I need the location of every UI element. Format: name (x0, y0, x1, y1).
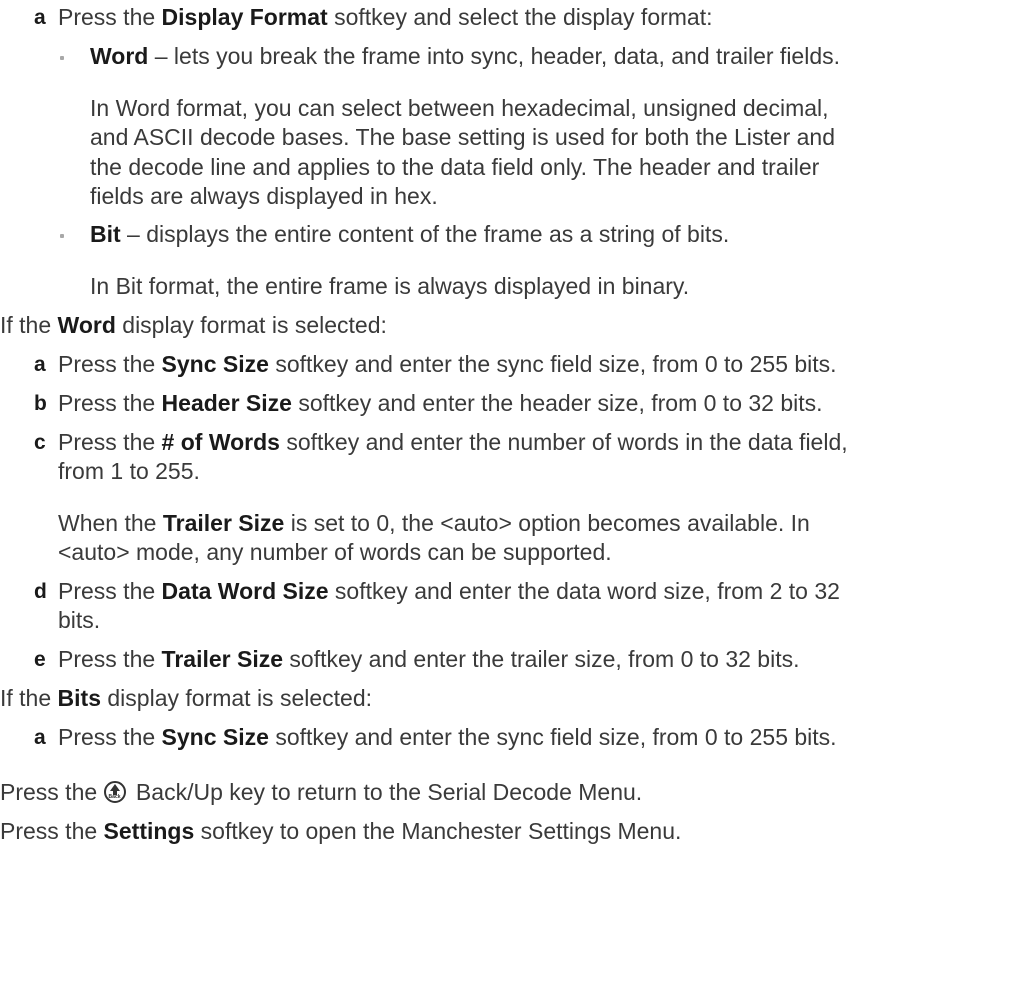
text: If the (0, 685, 58, 711)
text: display format is selected: (115, 312, 387, 338)
text: Press the (58, 4, 162, 30)
step-letter: d (34, 580, 47, 603)
word-note-line: the decode line and applies to the data … (90, 154, 820, 180)
bit-option: Bit – displays the entire content of the… (90, 220, 729, 249)
header-size-step: Press the Header Size softkey and enter … (58, 389, 823, 418)
text: Press the (58, 351, 162, 377)
text: Press the (58, 724, 162, 750)
step-letter: b (34, 392, 47, 415)
bullet-icon (60, 56, 64, 60)
text: Press the (0, 818, 104, 844)
text: softkey and enter the header size, from … (291, 390, 823, 416)
trailer-note: When the Trailer Size is set to 0, the <… (58, 509, 810, 538)
text: softkey and enter the data word size, fr… (328, 578, 840, 604)
display-format-softkey: Display Format (161, 4, 328, 30)
bullet-icon (60, 234, 64, 238)
num-words-softkey: # of Words (161, 429, 280, 455)
step-letter: a (34, 6, 46, 29)
settings-softkey: Settings (103, 818, 195, 844)
header-size-softkey: Header Size (161, 390, 292, 416)
text: Press the (58, 390, 162, 416)
word-note-line: In Word format, you can select between h… (90, 95, 829, 121)
text: When the (58, 510, 163, 536)
text: softkey and select the display format: (327, 4, 713, 30)
text: Press the (58, 646, 162, 672)
text: softkey and enter the sync field size, f… (268, 351, 837, 377)
bit-option-name: Bit (90, 221, 121, 247)
back-step: Press the Back Back/Up key to return to … (0, 778, 642, 807)
step-letter: a (34, 353, 46, 376)
text: Back/Up key to return to the Serial Deco… (129, 779, 643, 805)
settings-step: Press the Settings softkey to open the M… (0, 817, 681, 846)
step-letter: a (34, 726, 46, 749)
word-option: Word – lets you break the frame into syn… (90, 42, 840, 71)
text: If the (0, 312, 58, 338)
bit-option-desc: – displays the entire content of the fra… (120, 221, 730, 247)
word-note-line: and ASCII decode bases. The base setting… (90, 124, 836, 150)
sync-size-softkey: Sync Size (161, 351, 269, 377)
data-word-size-step: Press the Data Word Size softkey and ent… (58, 577, 840, 606)
trailer-size-step: Press the Trailer Size softkey and enter… (58, 645, 799, 674)
trailer-size-label: Trailer Size (162, 510, 285, 536)
bits-sync-size-step: Press the Sync Size softkey and enter th… (58, 723, 837, 752)
word-format-label: Word (57, 312, 116, 338)
text: softkey to open the Manchester Settings … (194, 818, 682, 844)
display-format-step: Press the Display Format softkey and sel… (58, 3, 713, 32)
trailer-size-softkey: Trailer Size (161, 646, 284, 672)
word-note-line: fields are always displayed in hex. (90, 183, 438, 209)
text: Press the (0, 779, 104, 805)
bits-format-label: Bits (57, 685, 101, 711)
word-option-name: Word (90, 43, 149, 69)
bits-intro: If the Bits display format is selected: (0, 684, 372, 713)
word-option-desc: – lets you break the frame into sync, he… (148, 43, 841, 69)
data-word-size-step-cont: bits. (58, 607, 101, 633)
text: is set to 0, the <auto> option becomes a… (284, 510, 810, 536)
trailer-note-line2: <auto> mode, any number of words can be … (58, 539, 612, 565)
text: softkey and enter the number of words in… (279, 429, 848, 455)
word-intro: If the Word display format is selected: (0, 311, 387, 340)
text: Press the (58, 429, 162, 455)
back-up-key-icon: Back (103, 781, 126, 803)
bit-note: In Bit format, the entire frame is alway… (90, 273, 690, 299)
text: display format is selected: (101, 685, 373, 711)
data-word-size-softkey: Data Word Size (161, 578, 329, 604)
num-words-step: Press the # of Words softkey and enter t… (58, 428, 848, 457)
back-icon-label: Back (108, 794, 121, 800)
num-words-step-cont: from 1 to 255. (58, 458, 200, 484)
step-letter: c (34, 431, 46, 454)
text: Press the (58, 578, 162, 604)
text: softkey and enter the trailer size, from… (283, 646, 800, 672)
text: softkey and enter the sync field size, f… (268, 724, 837, 750)
step-letter: e (34, 648, 46, 671)
sync-size-softkey: Sync Size (161, 724, 269, 750)
sync-size-step: Press the Sync Size softkey and enter th… (58, 350, 837, 379)
